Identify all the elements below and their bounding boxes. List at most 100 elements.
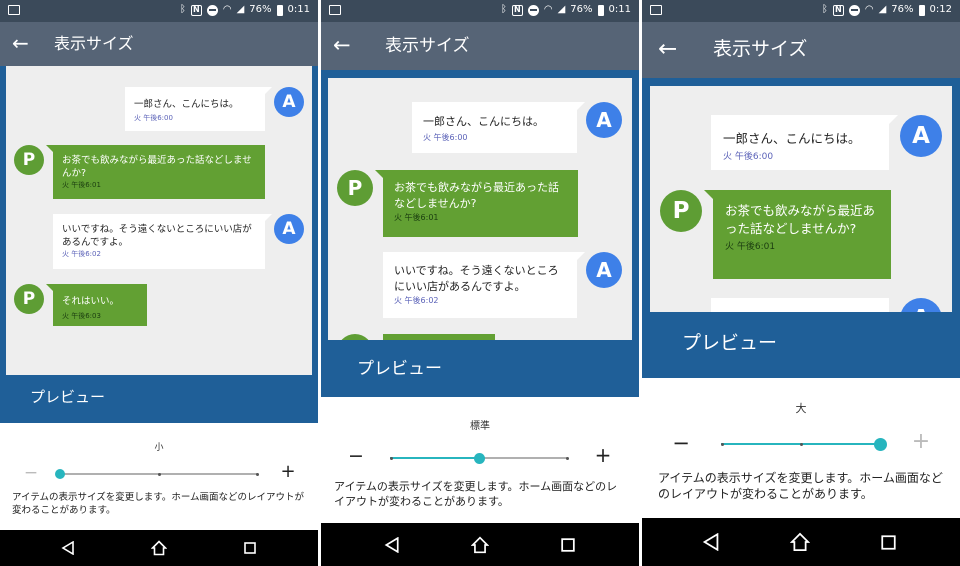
preview-area: 一郎さん、こんにちは。 火 午後6:00 A P お茶でも飲みながら最近あった話… <box>642 78 960 378</box>
slider-tick <box>566 457 569 460</box>
chat-bubble: 一郎さん、こんにちは。 火 午後6:00 <box>412 102 577 153</box>
battery-icon <box>276 4 283 16</box>
nfc-icon: N <box>832 4 844 16</box>
decrease-size-button[interactable]: − <box>22 465 40 482</box>
wifi-icon: ◠ <box>543 4 553 15</box>
size-settings: 標準 − + アイテムの表示サイズを変更します。ホーム画面などのレイアウトが変わ… <box>321 397 639 523</box>
back-arrow-icon[interactable]: ← <box>12 31 29 55</box>
screen-large: ᛒ N ◠ ◢ 76% 0:12 ← 表示サイズ 一郎さん、こんにちは。 火 午… <box>642 0 960 566</box>
preview-area: 一郎さん、こんにちは。 火 午後6:00 A P お茶でも飲みながら最近あった話… <box>0 66 318 423</box>
slider-thumb[interactable] <box>874 438 887 451</box>
preview-label: プレビュー <box>30 388 106 406</box>
bluetooth-icon: ᛒ <box>179 4 186 15</box>
nav-recents-icon[interactable] <box>244 542 256 554</box>
message-time: 火 午後6:00 <box>723 152 774 162</box>
avatar-p <box>337 334 373 340</box>
chat-preview: 一郎さん、こんにちは。 火 午後6:00 A P お茶でも飲みながら最近あった話… <box>650 86 952 312</box>
increase-size-button[interactable]: + <box>279 463 297 481</box>
size-label: 大 <box>795 402 807 415</box>
signal-icon: ◢ <box>236 4 245 15</box>
bubble-tail <box>265 87 272 94</box>
size-slider[interactable] <box>390 453 569 464</box>
nav-home-icon[interactable] <box>790 532 810 552</box>
nav-home-icon[interactable] <box>151 540 167 556</box>
description-text: アイテムの表示サイズを変更します。ホーム画面などのレイアウトが変わることがありま… <box>334 480 618 508</box>
battery-percent: 76% <box>249 4 272 15</box>
slider-tick <box>800 443 803 446</box>
message-text: それはいい。 <box>62 296 120 307</box>
clock: 0:12 <box>929 4 952 15</box>
bubble-tail <box>375 170 383 178</box>
back-arrow-icon[interactable]: ← <box>333 33 351 57</box>
increase-size-button[interactable]: + <box>593 445 613 465</box>
chat-bubble: 一郎さん、こんにちは。 火 午後6:00 <box>711 115 889 170</box>
size-label: 小 <box>154 443 164 453</box>
page-title: 表示サイズ <box>385 36 470 56</box>
slider-thumb[interactable] <box>474 453 485 464</box>
slider-tick <box>390 457 393 460</box>
decrease-size-button[interactable]: − <box>670 433 692 454</box>
chat-bubble: いいですね。そう遠くないところにいい店があるんですよ。 火 午後6:02 <box>383 252 577 318</box>
preview-label: プレビュー <box>682 332 778 354</box>
navigation-bar <box>642 518 960 566</box>
avatar-p: P <box>337 170 373 206</box>
avatar-p: P <box>660 190 702 232</box>
message-time: 火 午後6:01 <box>62 180 101 189</box>
page-title: 表示サイズ <box>713 38 808 60</box>
battery-icon <box>918 4 925 16</box>
chat-preview: 一郎さん、こんにちは。 火 午後6:00 A P お茶でも飲みながら最近あった話… <box>328 78 632 340</box>
nav-home-icon[interactable] <box>471 536 489 554</box>
nav-back-icon[interactable] <box>384 537 400 553</box>
nav-recents-icon[interactable] <box>561 538 575 552</box>
status-bar: ᛒ N ◠ ◢ 76% 0:11 <box>321 0 639 22</box>
app-bar: ← 表示サイズ <box>321 22 639 70</box>
chat-bubble: いいですね。そう遠くないところにいい店があるんですよ。 火 午後6:02 <box>53 214 265 269</box>
bubble-tail <box>265 214 272 221</box>
avatar-a: A <box>586 102 622 138</box>
chat-bubble <box>711 298 889 312</box>
clock: 0:11 <box>287 4 310 15</box>
message-time: 火 午後6:01 <box>725 242 776 252</box>
chat-bubble: お茶でも飲みながら最近あった話などしませんか? 火 午後6:01 <box>53 145 265 199</box>
signal-icon: ◢ <box>557 4 566 15</box>
increase-size-button[interactable]: + <box>910 431 932 453</box>
nav-back-icon[interactable] <box>61 541 75 555</box>
do-not-disturb-icon <box>527 4 539 16</box>
wifi-icon: ◠ <box>222 4 232 15</box>
message-time: 火 午後6:01 <box>394 212 439 222</box>
description-text: アイテムの表示サイズを変更します。ホーム画面などのレイアウトが変わることがありま… <box>12 492 305 516</box>
message-text: 一郎さん、こんにちは。 <box>723 131 861 146</box>
message-time: 火 午後6:00 <box>423 133 468 142</box>
bluetooth-icon: ᛒ <box>821 4 828 15</box>
message-time: 火 午後6:00 <box>134 114 173 122</box>
slider-thumb[interactable] <box>55 469 65 479</box>
clock: 0:11 <box>608 4 631 15</box>
chat-bubble: 一郎さん、こんにちは。 火 午後6:00 <box>125 87 265 131</box>
nav-recents-icon[interactable] <box>881 535 896 550</box>
message-time: 火 午後6:02 <box>394 295 439 305</box>
message-text: 一郎さん、こんにちは。 <box>134 99 239 110</box>
back-arrow-icon[interactable]: ← <box>658 37 677 61</box>
size-label: 標準 <box>470 421 490 432</box>
avatar-p: P <box>14 284 44 314</box>
decrease-size-button[interactable]: − <box>346 447 366 466</box>
bluetooth-icon: ᛒ <box>500 4 507 15</box>
avatar-a: A <box>900 115 942 157</box>
nfc-icon: N <box>190 4 202 16</box>
bubble-tail <box>577 252 585 260</box>
slider-tick <box>158 473 161 476</box>
bubble-tail <box>704 190 713 199</box>
nav-back-icon[interactable] <box>702 533 720 551</box>
avatar-a: A <box>274 214 304 244</box>
message-text: お茶でも飲みながら最近あった話などしませんか? <box>725 203 876 236</box>
size-slider[interactable] <box>55 469 259 479</box>
do-not-disturb-icon <box>848 4 860 16</box>
bubble-tail <box>577 102 585 110</box>
battery-percent: 76% <box>570 4 593 15</box>
chat-preview: 一郎さん、こんにちは。 火 午後6:00 A P お茶でも飲みながら最近あった話… <box>6 66 312 375</box>
size-slider[interactable] <box>721 438 887 451</box>
gallery-icon <box>8 5 20 15</box>
panel-divider <box>639 0 642 566</box>
status-bar: ᛒ N ◠ ◢ 76% 0:11 <box>0 0 318 22</box>
message-text: 一郎さん、こんにちは。 <box>423 115 544 128</box>
